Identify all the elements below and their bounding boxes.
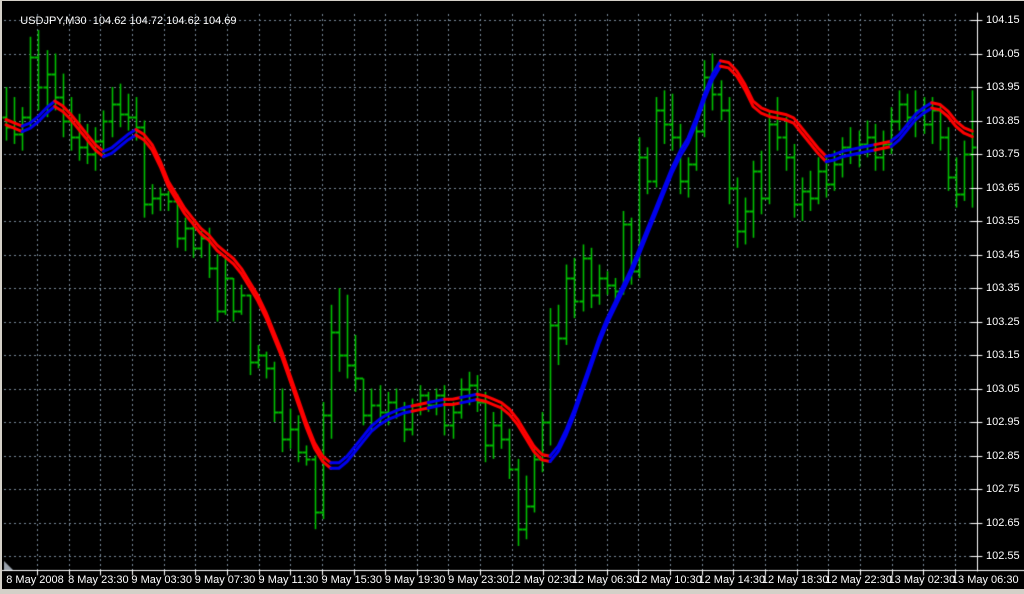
price-axis-label: 104.15: [986, 14, 1020, 26]
price-axis-label: 102.55: [986, 550, 1020, 562]
price-axis-label: 103.15: [986, 349, 1020, 361]
price-axis-label: 102.85: [986, 450, 1020, 462]
price-axis-label: 103.65: [986, 182, 1020, 194]
price-axis-label: 103.55: [986, 215, 1020, 227]
price-axis-label: 103.95: [986, 81, 1020, 93]
price-axis-label: 102.95: [986, 416, 1020, 428]
price-axis-label: 103.25: [986, 316, 1020, 328]
price-axis-label: 103.45: [986, 249, 1020, 261]
price-axis-label: 103.35: [986, 282, 1020, 294]
price-axis-label: 103.05: [986, 383, 1020, 395]
time-axis-label: 13 May 06:30: [951, 574, 1019, 586]
price-chart-canvas[interactable]: [2, 1, 1024, 589]
price-axis-label: 103.75: [986, 148, 1020, 160]
chart-title-text: USDJPY,M30 104.62 104.72 104.62 104.69: [20, 15, 237, 27]
chart-window: USDJPY,M30 104.62 104.72 104.62 104.69 1…: [2, 1, 1024, 589]
price-axis-label: 104.05: [986, 48, 1020, 60]
chart-title: USDJPY,M30 104.62 104.72 104.62 104.69: [8, 2, 237, 41]
price-axis-label: 103.85: [986, 115, 1020, 127]
price-axis-label: 102.75: [986, 483, 1020, 495]
price-axis-label: 102.65: [986, 517, 1020, 529]
